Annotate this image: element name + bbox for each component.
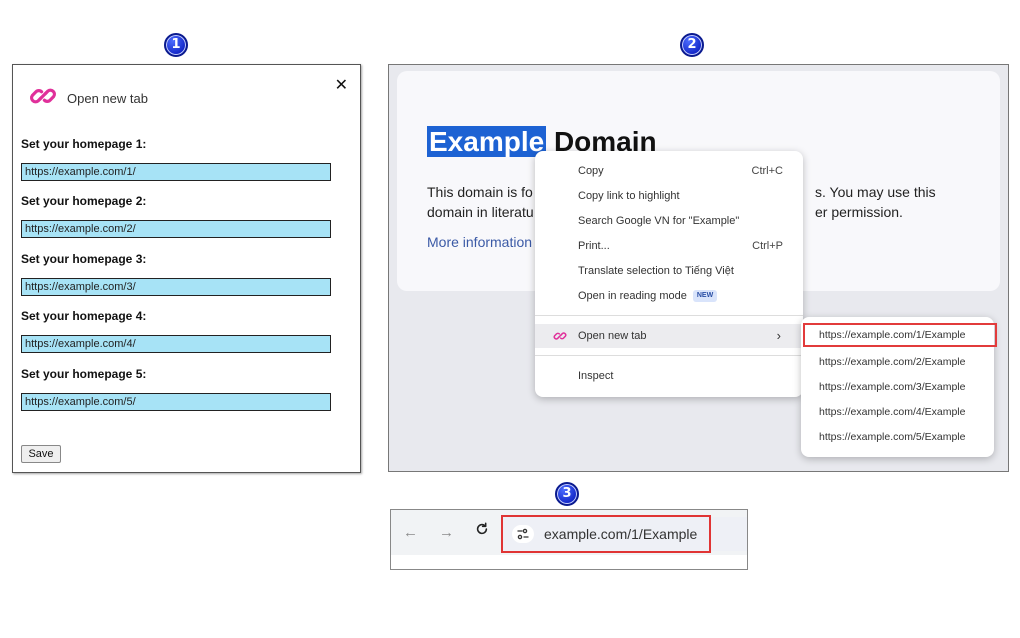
back-arrow-icon[interactable]: ← — [403, 524, 418, 541]
new-badge: NEW — [692, 290, 718, 303]
step-badge-2: 2 — [680, 33, 704, 57]
menu-shortcut: Ctrl+C — [751, 165, 783, 177]
tune-icon[interactable] — [512, 525, 534, 543]
menu-item-label: Translate selection to Tiếng Việt — [578, 265, 734, 277]
homepage-2-input[interactable] — [21, 220, 331, 238]
extension-options-popup: Open new tab ✕ Set your homepage 1: Set … — [12, 64, 361, 473]
menu-item-search-google[interactable]: Search Google VN for "Example" — [535, 209, 803, 233]
homepage-1-label: Set your homepage 1: — [21, 137, 147, 151]
link-icon — [553, 328, 567, 352]
homepage-2-label: Set your homepage 2: — [21, 194, 147, 208]
submenu-item-5[interactable]: https://example.com/5/Example — [801, 425, 994, 449]
submenu-item-3[interactable]: https://example.com/3/Example — [801, 375, 994, 399]
para-line-1-end: s. You may use this — [815, 184, 936, 200]
menu-item-reading-mode[interactable]: Open in reading mode NEW — [535, 284, 803, 308]
reload-icon[interactable] — [475, 522, 489, 540]
address-bar-extension — [711, 517, 747, 551]
more-information-link[interactable]: More information — [427, 234, 532, 250]
menu-item-translate[interactable]: Translate selection to Tiếng Việt — [535, 259, 803, 283]
save-button[interactable]: Save — [21, 445, 61, 463]
submenu-item-1[interactable]: https://example.com/1/Example — [803, 323, 997, 347]
menu-item-label: Open in reading mode — [578, 290, 687, 302]
homepage-5-input[interactable] — [21, 393, 331, 411]
menu-item-label: Inspect — [578, 370, 614, 382]
menu-item-copy[interactable]: Copy Ctrl+C — [535, 159, 803, 183]
menu-separator — [535, 315, 803, 316]
homepage-1-input[interactable] — [21, 163, 331, 181]
homepage-3-label: Set your homepage 3: — [21, 252, 147, 266]
chevron-right-icon: › — [776, 328, 781, 343]
para-line-1-start: This domain is fo — [427, 184, 533, 200]
menu-item-label: Search Google VN for "Example" — [578, 215, 740, 227]
menu-item-inspect[interactable]: Inspect — [535, 364, 803, 388]
para-line-2-end: er permission. — [815, 204, 903, 220]
forward-arrow-icon[interactable]: → — [439, 524, 454, 541]
popup-header: Open new tab — [29, 83, 148, 113]
toolbar-bar: ← → example.com/1/Example — [391, 510, 747, 555]
menu-item-label: Open new tab — [578, 330, 647, 342]
popup-title: Open new tab — [67, 90, 148, 106]
step-badge-3: 3 — [555, 482, 579, 506]
menu-item-copy-link-highlight[interactable]: Copy link to highlight — [535, 184, 803, 208]
menu-shortcut: Ctrl+P — [752, 240, 783, 252]
address-url: example.com/1/Example — [544, 526, 698, 542]
homepage-3-input[interactable] — [21, 278, 331, 296]
selected-text[interactable]: Example — [427, 126, 547, 157]
para-line-2-start: domain in literatu — [427, 204, 534, 220]
homepage-4-label: Set your homepage 4: — [21, 309, 147, 323]
menu-separator — [535, 355, 803, 356]
step-badge-1: 1 — [164, 33, 188, 57]
link-icon — [29, 82, 57, 115]
menu-item-print[interactable]: Print... Ctrl+P — [535, 234, 803, 258]
homepage-5-label: Set your homepage 5: — [21, 367, 147, 381]
context-menu: Copy Ctrl+C Copy link to highlight Search… — [535, 151, 803, 397]
menu-item-label: Copy — [578, 165, 604, 177]
close-icon[interactable]: ✕ — [335, 75, 348, 95]
address-bar[interactable]: example.com/1/Example — [501, 515, 711, 553]
open-new-tab-submenu: https://example.com/1/Example https://ex… — [801, 317, 997, 457]
menu-item-label: Print... — [578, 240, 610, 252]
browser-page-view: Example Domain This domain is fo s. You m… — [388, 64, 1009, 472]
homepage-4-input[interactable] — [21, 335, 331, 353]
menu-item-open-new-tab[interactable]: Open new tab › — [535, 324, 803, 348]
menu-item-label: Copy link to highlight — [578, 190, 680, 202]
submenu-item-2[interactable]: https://example.com/2/Example — [801, 350, 994, 374]
submenu-item-4[interactable]: https://example.com/4/Example — [801, 400, 994, 424]
browser-toolbar: ← → example.com/1/Example — [390, 509, 748, 570]
